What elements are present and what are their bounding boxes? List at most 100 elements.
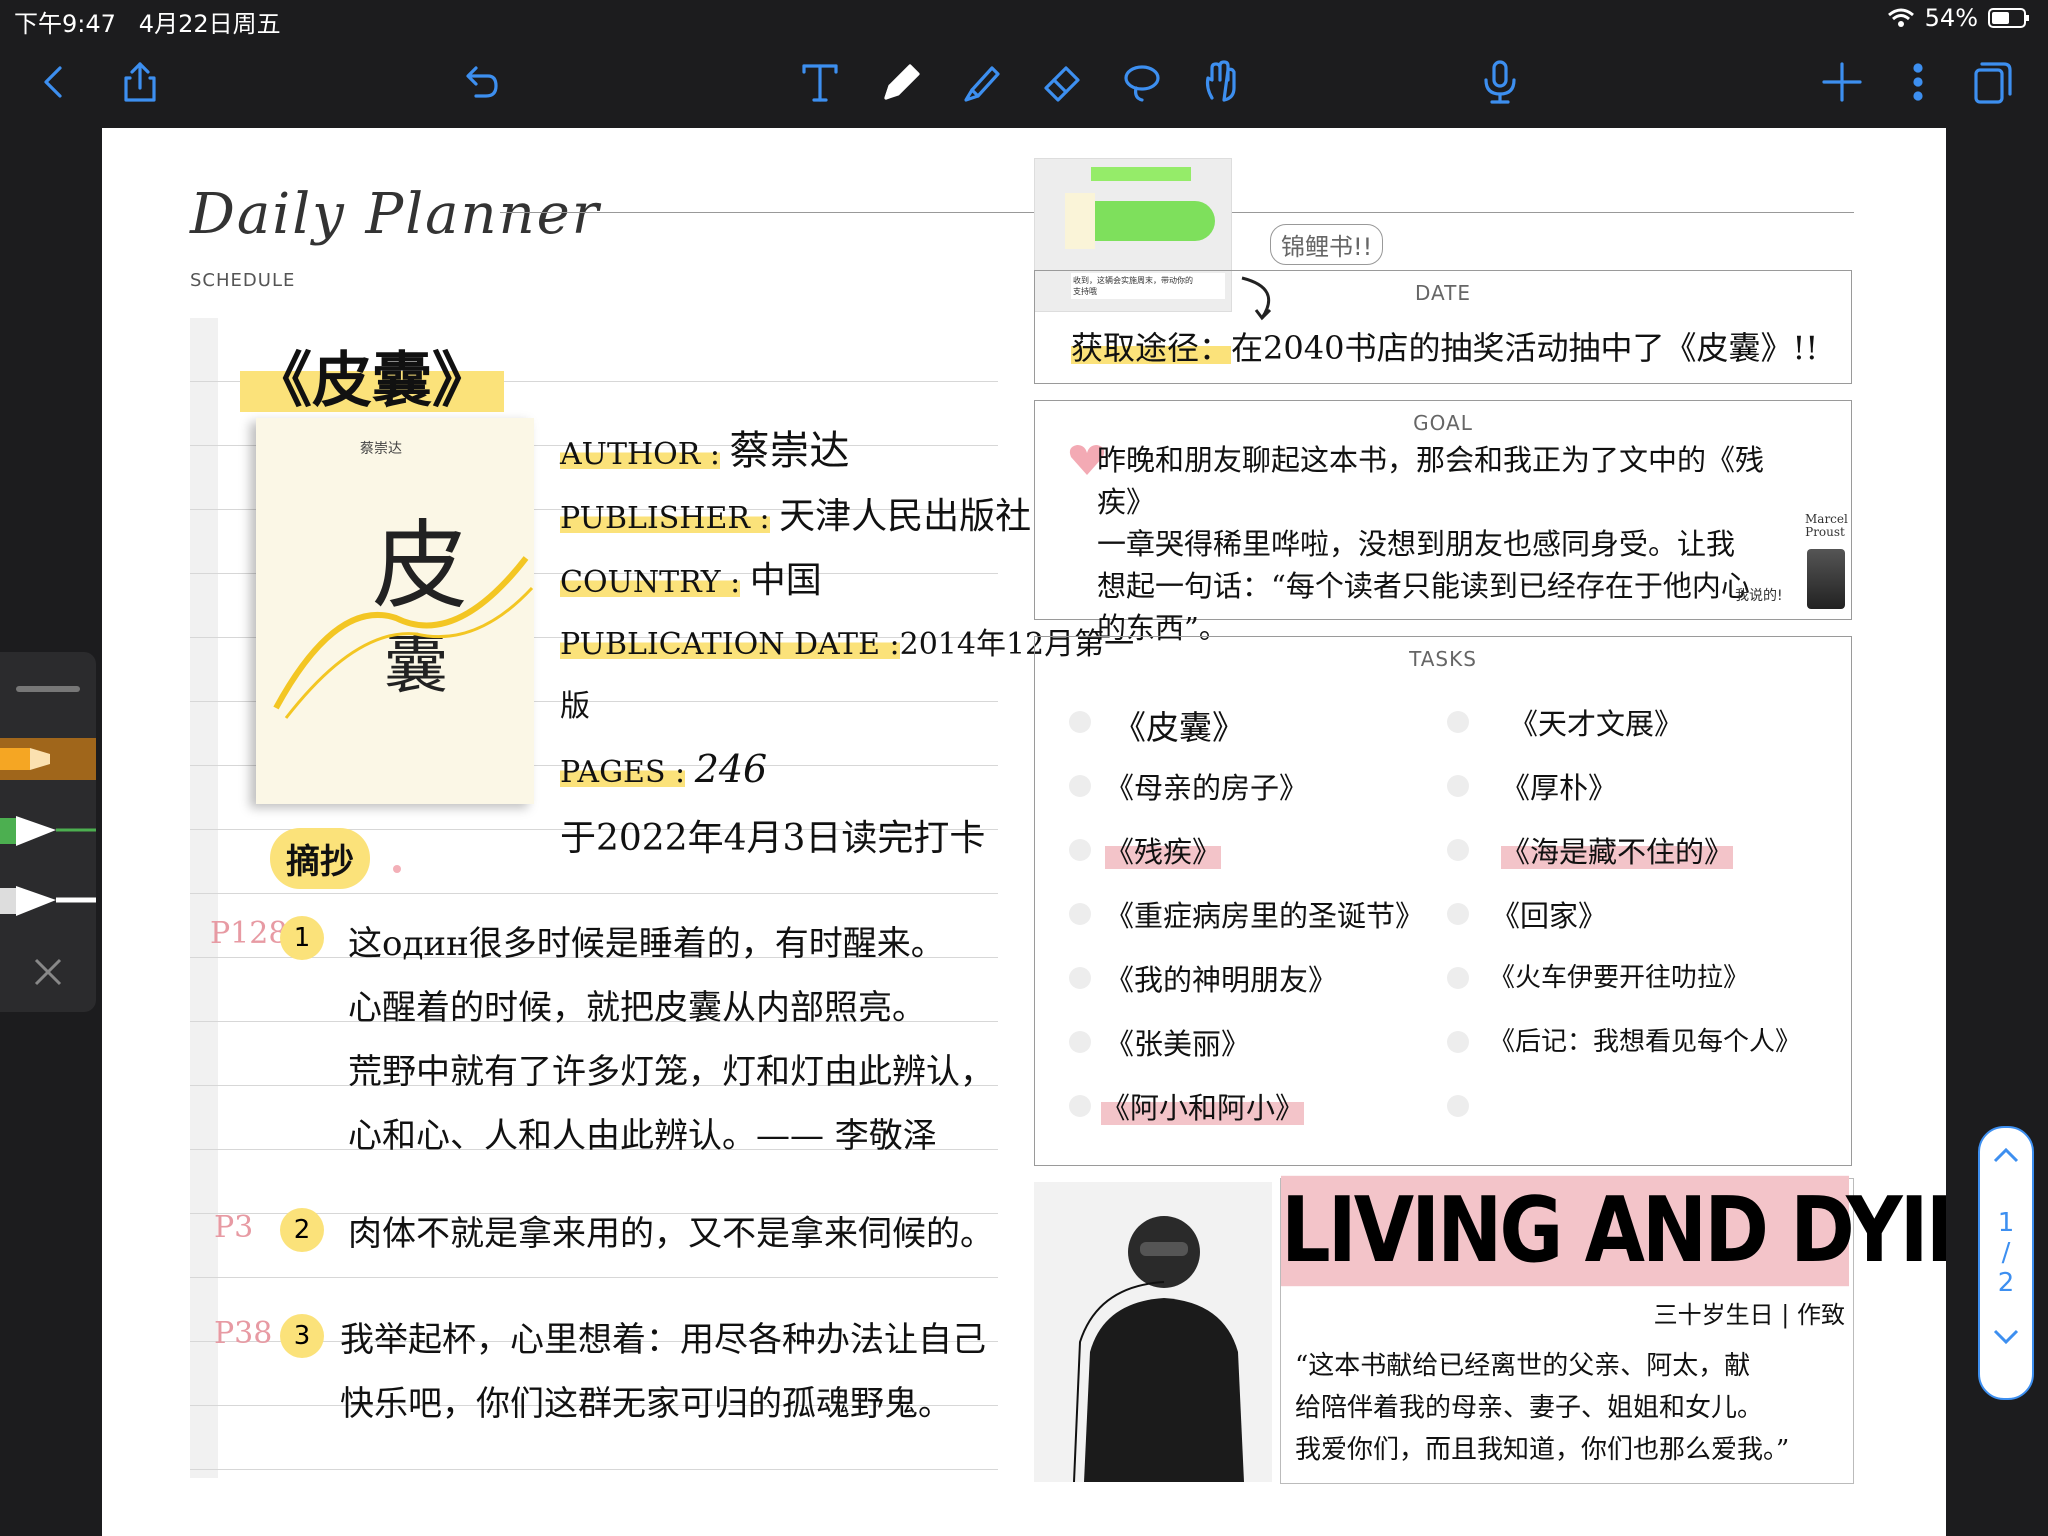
living-panel: LIVING AND DYING 三十岁生日 | 作致 “这本书献给已经离世的父… — [1280, 1175, 1946, 1484]
pages-label: PAGES : — [560, 755, 686, 790]
chat-blur — [1075, 201, 1215, 241]
task-left-1: 《皮囊》 — [1113, 708, 1245, 747]
page-navigator: 1 / 2 — [1978, 1126, 2034, 1400]
task-checkbox[interactable] — [1447, 775, 1469, 797]
task-checkbox[interactable] — [1447, 711, 1469, 733]
back-icon[interactable] — [24, 52, 84, 112]
pubdate-label: PUBLICATION DATE : — [560, 627, 900, 662]
page-up-icon[interactable] — [1980, 1142, 2032, 1172]
pages-icon[interactable] — [1962, 52, 2022, 112]
battery-icon — [1988, 8, 2029, 28]
excerpt-3-line-2: 快乐吧，你们这群无家可归的孤魂野鬼。 — [340, 1384, 952, 1424]
date-text-label: 获取途径： — [1071, 329, 1232, 367]
goal-title: GOAL — [1413, 411, 1473, 435]
add-icon[interactable] — [1812, 52, 1872, 112]
excerpt-1-text: 这один很多时候是睡着的，有时醒来。 心醒着的时候，就把皮囊从内部照亮。 荒野… — [348, 912, 994, 1168]
wifi-icon — [1887, 8, 1914, 27]
task-checkbox[interactable] — [1069, 711, 1091, 733]
task-left-4: 《重症病房里的圣诞节》 — [1105, 899, 1425, 933]
goal-line-3: 想起一句话：“每个读者只能读到已经存在于他内心 — [1097, 569, 1750, 603]
task-checkbox[interactable] — [1447, 839, 1469, 861]
status-date: 4月22日周五 — [138, 10, 281, 38]
chat-book-mini — [1065, 193, 1095, 249]
orange-highlighter-button[interactable] — [0, 738, 96, 780]
excerpt-1-page: P128 — [210, 916, 288, 951]
excerpt-1-line-1: 这один很多时候是睡着的，有时醒来。 — [348, 924, 945, 964]
living-title: LIVING AND DYING — [1281, 1175, 1946, 1287]
green-highlighter-button[interactable] — [0, 810, 96, 852]
task-checkbox[interactable] — [1069, 775, 1091, 797]
book-title: 《皮囊》 — [240, 332, 504, 419]
planner-page[interactable]: Daily Planner SCHEDULE 《皮囊》 蔡崇达 皮 囊 AUTH… — [102, 128, 1946, 1536]
author-photo — [1034, 1182, 1272, 1482]
excerpt-1-line-4: 心和心、人和人由此辨认。—— 李敬泽 — [348, 1116, 937, 1156]
undo-icon[interactable] — [450, 52, 510, 112]
excerpt-1-num: 1 — [280, 916, 324, 960]
living-quote: “这本书献给已经离世的父亲、阿太，献 给陪伴着我的母亲、妻子、姐姐和女儿。 我爱… — [1295, 1345, 1789, 1471]
highlighter-icon[interactable] — [952, 52, 1012, 112]
date-text: 获取途径：在2040书店的抽奖活动抽中了《皮囊》!! — [1071, 323, 1818, 369]
highlighter-orange-icon — [0, 748, 50, 770]
task-checkbox[interactable] — [1069, 839, 1091, 861]
task-checkbox[interactable] — [1069, 967, 1091, 989]
living-quote-3: 我爱你们，而且我知道，你们也那么爱我。” — [1295, 1435, 1790, 1465]
close-icon[interactable] — [30, 954, 66, 990]
country-label: COUNTRY : — [560, 565, 741, 600]
excerpt-3-text: 我举起杯，心里想着：用尽各种办法让自己 快乐吧，你们这群无家可归的孤魂野鬼。 — [340, 1308, 986, 1436]
highlighter-white-icon — [0, 886, 96, 916]
proust-portrait — [1807, 549, 1845, 609]
toolbar — [0, 38, 2048, 128]
excerpt-2-num: 2 — [280, 1208, 324, 1252]
author-label: AUTHOR : — [560, 437, 720, 472]
task-left-3: 《残疾》 — [1105, 829, 1222, 871]
task-right-6: 《后记：我想看见每个人》 — [1489, 1027, 1802, 1057]
task-checkbox[interactable] — [1447, 967, 1469, 989]
excerpt-label: 摘抄 — [270, 828, 402, 889]
eraser-icon[interactable] — [1032, 52, 1092, 112]
living-signature: 三十岁生日 | 作致 — [1653, 1301, 1845, 1329]
proust-label: Marcel Proust — [1805, 512, 1848, 539]
excerpt-2-page: P3 — [214, 1210, 254, 1245]
goal-box: GOAL 昨晚和朋友聊起这本书，那会和我正为了文中的《残疾》 一章哭得稀里哗啦，… — [1034, 400, 1852, 645]
task-right-5: 《火车伊要开往叻拉》 — [1489, 963, 1750, 993]
goal-note: 我说的! — [1735, 588, 1783, 604]
page-down-icon[interactable] — [1980, 1324, 2032, 1354]
task-checkbox[interactable] — [1447, 903, 1469, 925]
white-highlighter-button[interactable] — [0, 880, 96, 922]
page-separator: / — [2001, 1238, 2011, 1268]
battery-percent: 54% — [1924, 4, 1978, 32]
excerpt-2-text: 肉体不就是拿来用的，又不是拿来伺候的。 — [348, 1202, 994, 1266]
excerpt-1-line-3: 荒野中就有了许多灯笼，灯和灯由此辨认， — [348, 1052, 994, 1092]
lasso-icon[interactable] — [1112, 52, 1172, 112]
more-icon[interactable] — [1888, 52, 1948, 112]
task-checkbox[interactable] — [1447, 1095, 1469, 1117]
tasks-box: TASKS 《皮囊》 《母亲的房子》 《残疾》 《重症病房里的圣诞节》 《我的神… — [1034, 636, 1852, 1166]
date-box: DATE 获取途径：在2040书店的抽奖活动抽中了《皮囊》!! — [1034, 270, 1852, 384]
hand-icon[interactable] — [1192, 52, 1252, 112]
text-tool-icon[interactable] — [790, 52, 850, 112]
author-silhouette — [1073, 1216, 1244, 1482]
share-icon[interactable] — [110, 52, 170, 112]
pen-icon[interactable] — [872, 52, 932, 112]
task-right-2: 《厚朴》 — [1501, 771, 1618, 805]
date-text-value: 在2040书店的抽奖活动抽中了《皮囊》!! — [1231, 329, 1819, 367]
task-checkbox[interactable] — [1447, 1031, 1469, 1053]
koi-sticker: 锦鲤书!! — [1270, 224, 1384, 265]
date-title: DATE — [1414, 281, 1472, 305]
cover-yellow-swirl — [273, 556, 534, 719]
status-right: 54% — [1887, 4, 2030, 32]
panel-handle[interactable] — [16, 686, 80, 692]
living-quote-2: 给陪伴着我的母亲、妻子、姐姐和女儿。 — [1295, 1393, 1764, 1423]
book-cover: 蔡崇达 皮 囊 — [256, 418, 534, 804]
country-value: 中国 — [749, 560, 822, 601]
author-value: 蔡崇达 — [729, 428, 850, 474]
task-left-5: 《我的神明朋友》 — [1105, 963, 1338, 997]
excerpt-3-line-1: 我举起杯，心里想着：用尽各种办法让自己 — [340, 1320, 986, 1360]
microphone-icon[interactable] — [1470, 52, 1530, 112]
task-checkbox[interactable] — [1069, 1095, 1091, 1117]
pen-favorites-panel — [0, 652, 96, 1012]
close-x — [34, 958, 62, 986]
task-checkbox[interactable] — [1069, 903, 1091, 925]
task-checkbox[interactable] — [1069, 1031, 1091, 1053]
goal-line-2: 一章哭得稀里哗啦，没想到朋友也感同身受。让我 — [1097, 527, 1736, 561]
